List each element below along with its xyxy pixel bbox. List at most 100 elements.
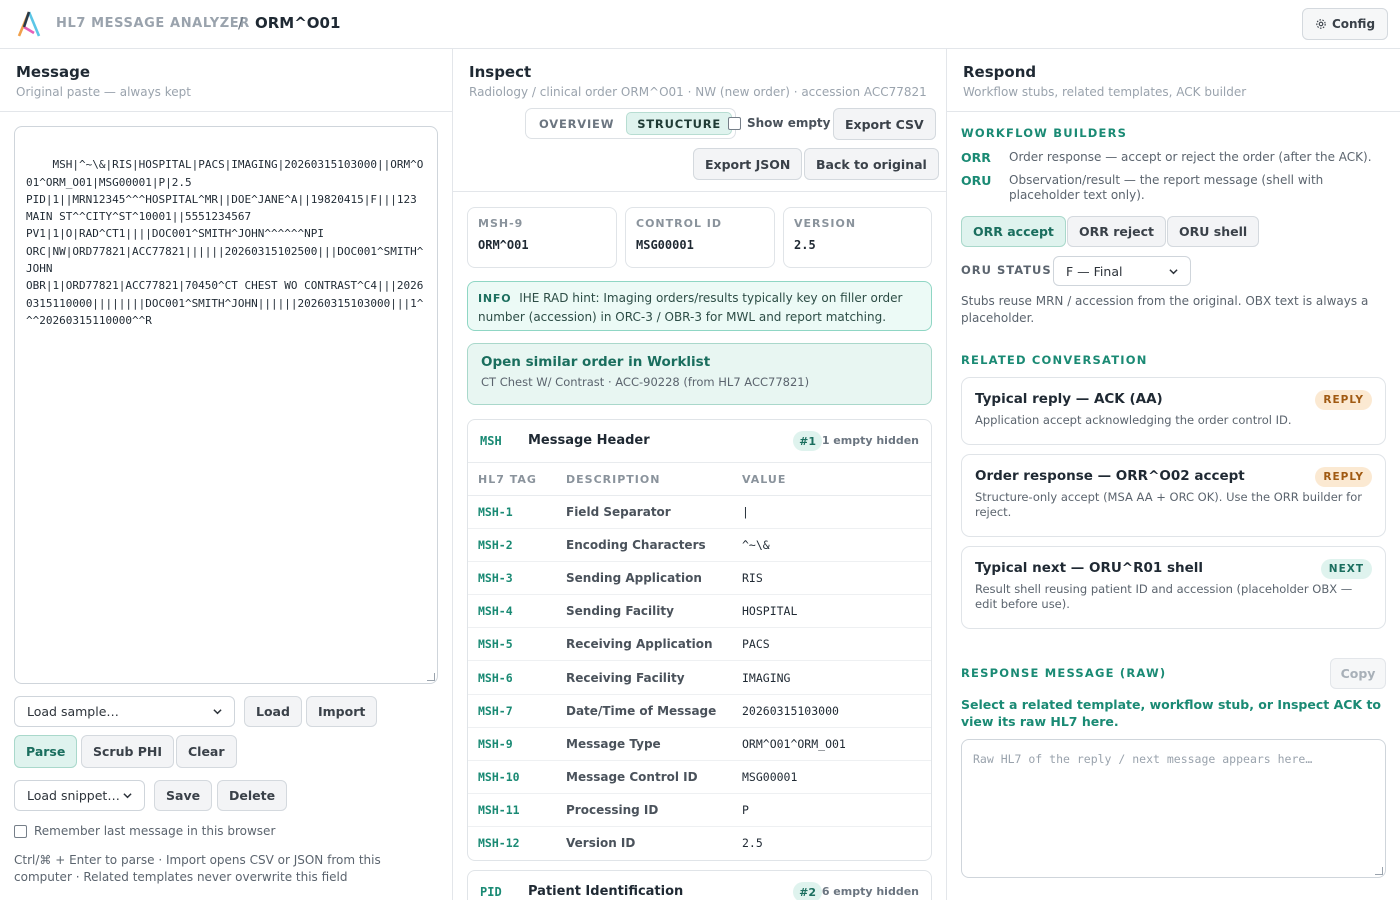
oru-status-value: F — Final [1066,263,1123,279]
table-row[interactable]: MSH-6 Receiving Facility IMAGING [468,661,931,695]
app-name[interactable]: HL7 MESSAGE ANALYZER [56,16,250,31]
sample-select[interactable]: Load sample… [14,696,235,727]
field-value: PACS [742,637,770,652]
view-tabs: OVERVIEW STRUCTURE [525,108,737,139]
segment-number-badge: #1 [793,431,822,451]
table-row[interactable]: MSH-4 Sending Facility HOSPITAL [468,595,931,629]
workflow-text: Observation/result — the report message … [1009,173,1324,202]
show-empty-option[interactable]: Show empty [728,116,830,130]
field-description: Receiving Application [566,637,713,652]
copy-button[interactable]: Copy [1330,658,1386,689]
table-row[interactable]: MSH-12 Version ID 2.5 [468,827,931,860]
resize-handle[interactable] [427,673,435,681]
parse-button[interactable]: Parse [14,735,78,768]
scrub-phi-button[interactable]: Scrub PHI [81,735,175,768]
segment-header[interactable]: MSH Message Header #1 1 empty hidden [468,420,931,463]
inspect-panel-header: Inspect Radiology / clinical order ORM^O… [453,49,946,192]
snippet-select-value: Load snippet… [27,788,120,803]
oru-status-select[interactable]: F — Final [1053,256,1191,286]
message-panel-subtitle: Original paste — always kept [16,85,191,99]
related-card-ack[interactable]: Typical reply — ACK (AA) Application acc… [961,377,1386,445]
chevron-down-icon [123,793,132,799]
table-row[interactable]: MSH-1 Field Separator | [468,496,931,530]
related-conversation-label: RELATED CONVERSATION [961,353,1148,367]
message-panel-header: Message Original paste — always kept [0,49,452,112]
response-textarea[interactable]: Raw HL7 of the reply / next message appe… [961,739,1386,878]
load-button[interactable]: Load [244,696,302,727]
column-header-description: DESCRIPTION [566,472,661,486]
table-row[interactable]: MSH-9 Message Type ORM^O01^ORM_O01 [468,728,931,761]
field-tag: MSH-6 [478,670,513,685]
response-placeholder: Raw HL7 of the reply / next message appe… [973,752,1313,766]
meta-label: MSH-9 [478,217,524,230]
empty-hidden-count: 1 empty hidden [821,434,919,447]
related-card-orr[interactable]: Order response — ORR^O02 accept Structur… [961,454,1386,537]
save-snippet-button[interactable]: Save [154,780,213,811]
remember-label: Remember last message in this browser [34,824,276,838]
related-title: Order response — ORR^O02 accept [975,468,1245,484]
meta-value: MSG00001 [636,238,694,252]
oru-shell-button[interactable]: ORU shell [1167,216,1260,247]
open-worklist-card[interactable]: Open similar order in Worklist CT Chest … [467,343,932,405]
inspect-panel: Inspect Radiology / clinical order ORM^O… [453,49,947,900]
field-description: Field Separator [566,505,671,520]
column-header-value: VALUE [742,472,787,486]
segment-name: Message Header [528,433,650,448]
related-card-oru[interactable]: Typical next — ORU^R01 shell Result shel… [961,546,1386,629]
remember-checkbox[interactable] [14,824,27,838]
config-label: Config [1331,17,1376,31]
table-row[interactable]: MSH-7 Date/Time of Message 20260315103000 [468,695,931,728]
field-tag: MSH-9 [478,736,513,751]
field-description: Encoding Characters [566,538,706,553]
segment-header[interactable]: PID Patient Identification #2 6 empty hi… [468,871,931,900]
export-csv-button[interactable]: Export CSV [833,108,936,140]
config-button[interactable]: Config [1302,8,1388,40]
field-value: 2.5 [742,836,763,851]
sample-select-value: Load sample… [27,704,119,719]
breadcrumb-current: ORM^O01 [255,14,341,32]
workflow-text: Order response — accept or reject the or… [1009,150,1372,164]
orr-accept-button[interactable]: ORR accept [961,216,1066,247]
show-empty-checkbox[interactable] [728,116,741,130]
field-value: | [742,505,749,520]
field-description: Version ID [566,836,636,851]
delete-snippet-button[interactable]: Delete [217,780,288,811]
field-description: Message Type [566,736,661,751]
table-row[interactable]: MSH-11 Processing ID P [468,794,931,827]
segment-code: PID [480,885,502,899]
field-tag: MSH-4 [478,604,513,619]
meta-value: ORM^O01 [478,238,529,252]
gear-icon [1316,19,1326,29]
tab-structure[interactable]: STRUCTURE [626,112,733,135]
table-row[interactable]: MSH-2 Encoding Characters ^~\& [468,529,931,563]
table-row[interactable]: MSH-5 Receiving Application PACS [468,628,931,662]
field-value: P [742,802,749,817]
field-value: HOSPITAL [742,604,798,619]
show-empty-label: Show empty [747,116,831,130]
import-button[interactable]: Import [306,696,378,727]
workflow-builders-label: WORKFLOW BUILDERS [961,126,1128,140]
related-title: Typical reply — ACK (AA) [975,391,1163,407]
field-description: Processing ID [566,802,659,817]
back-to-original-button[interactable]: Back to original [804,148,939,180]
orr-reject-button[interactable]: ORR reject [1067,216,1167,247]
tab-overview[interactable]: OVERVIEW [529,112,624,135]
related-description: Application accept acknowledging the ord… [975,413,1292,427]
resize-handle[interactable] [1375,867,1383,875]
table-row[interactable]: MSH-10 Message Control ID MSG00001 [468,761,931,794]
remember-option[interactable]: Remember last message in this browser [14,824,275,838]
field-tag: MSH-11 [478,802,520,817]
related-title: Typical next — ORU^R01 shell [975,560,1204,576]
reply-badge: REPLY [1315,467,1372,487]
export-json-button[interactable]: Export JSON [693,148,803,180]
segment-card-msh: MSH Message Header #1 1 empty hidden HL7… [467,419,932,861]
snippet-select[interactable]: Load snippet… [14,780,145,811]
clear-button[interactable]: Clear [176,735,237,768]
meta-value: 2.5 [794,238,816,252]
raw-message-textarea[interactable]: MSH|^~\&|RIS|HOSPITAL|PACS|IMAGING|20260… [14,126,438,684]
field-description: Date/Time of Message [566,703,717,718]
field-description: Sending Application [566,571,702,586]
app-logo-icon [17,11,41,37]
table-row[interactable]: MSH-3 Sending Application RIS [468,562,931,596]
keyboard-hint: Ctrl/⌘ + Enter to parse · Import opens C… [14,853,381,884]
